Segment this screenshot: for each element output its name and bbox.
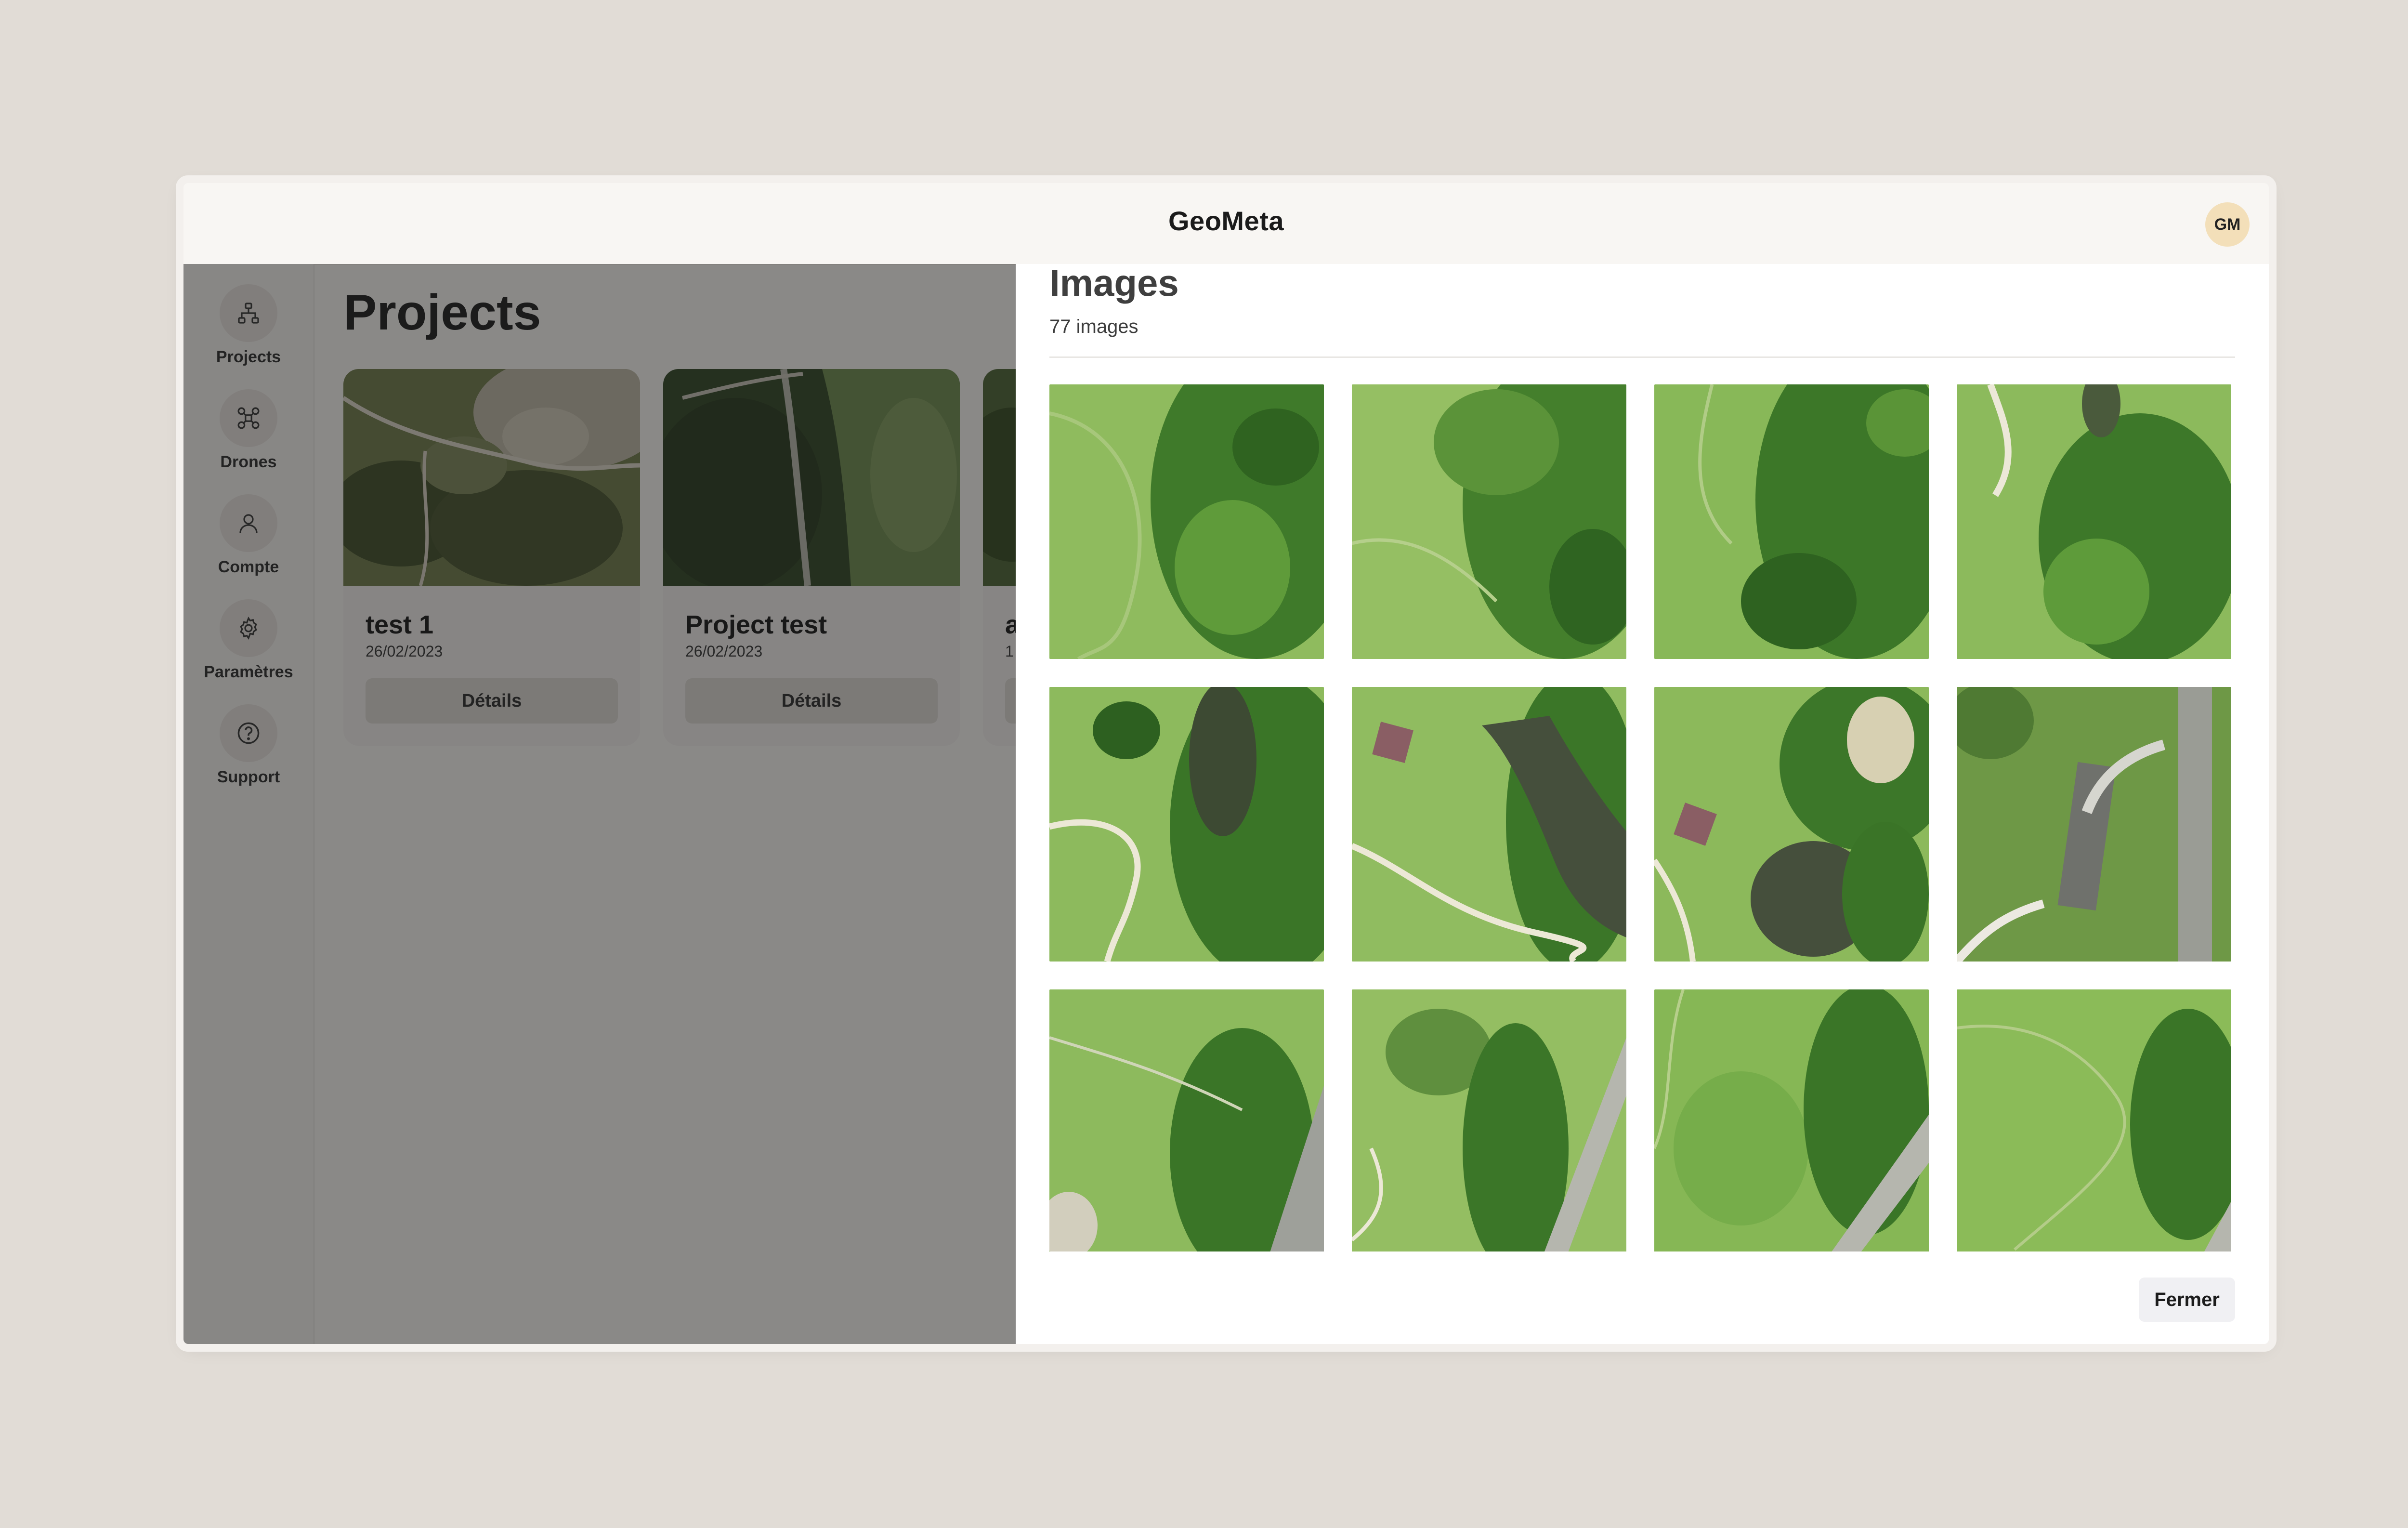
aerial-thumbnail[interactable] (1957, 989, 2231, 1251)
aerial-thumbnail[interactable] (1352, 384, 1626, 659)
close-button[interactable]: Fermer (2139, 1278, 2235, 1322)
top-bar: GeoMeta GM (183, 183, 2269, 265)
modal-backdrop[interactable] (183, 264, 1016, 1344)
app-window: GeoMeta GM Projects Drones (183, 183, 2269, 1344)
image-count: 77 images (1049, 316, 1139, 337)
aerial-thumbnail[interactable] (1654, 384, 1929, 659)
aerial-thumbnail[interactable] (1654, 989, 1929, 1251)
image-grid (1049, 384, 2240, 1251)
aerial-thumbnail[interactable] (1352, 989, 1626, 1251)
divider (1049, 356, 2235, 358)
aerial-thumbnail[interactable] (1352, 687, 1626, 962)
avatar[interactable]: GM (2205, 202, 2250, 247)
panel-title: Images (1049, 262, 1179, 304)
aerial-thumbnail[interactable] (1049, 687, 1324, 962)
aerial-thumbnail[interactable] (1654, 687, 1929, 962)
aerial-thumbnail[interactable] (1957, 687, 2231, 962)
aerial-thumbnail[interactable] (1049, 989, 1324, 1251)
aerial-thumbnail[interactable] (1957, 384, 2231, 659)
app-title: GeoMeta (1168, 206, 1284, 236)
aerial-thumbnail[interactable] (1049, 384, 1324, 659)
images-panel: Images 77 images Fermer (1016, 262, 2269, 1344)
